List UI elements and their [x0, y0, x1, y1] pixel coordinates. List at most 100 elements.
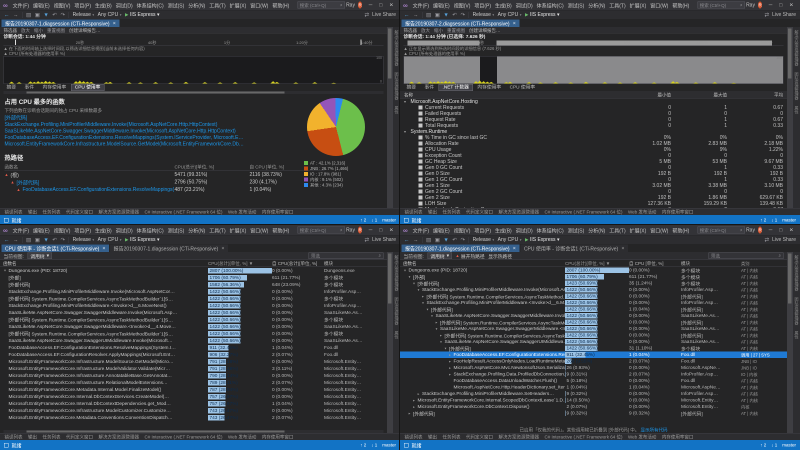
filter-input[interactable]: 筛选⌕	[309, 253, 384, 260]
table-row[interactable]: ▾[外部代码] 1423 (50.69%) 35 (1.24%) 多个模块 AT…	[400, 280, 787, 287]
close-icon[interactable]	[102, 246, 105, 252]
horizontal-scrollbar[interactable]	[4, 430, 384, 433]
redo-icon[interactable]: ↷	[460, 12, 465, 19]
side-tab[interactable]: 团队资源管理器	[794, 297, 800, 325]
counter-row[interactable]: GC Heap Size 5 MB 53 MB 9.67 MB	[400, 159, 787, 165]
expander-icon[interactable]: ▾	[444, 346, 448, 350]
expander-icon[interactable]: ▾	[408, 275, 412, 279]
create-report-button[interactable]: 创建详细报告…	[469, 27, 501, 34]
live-share-button[interactable]: Live Share	[372, 12, 396, 18]
table-row[interactable]: FooDatabaseAccess.EF.ConfigurationResolv…	[0, 351, 387, 358]
counter-checkbox[interactable]	[419, 124, 423, 128]
menu-item[interactable]: 分析(N)	[186, 226, 207, 234]
menu-item[interactable]: 生成(B)	[493, 226, 514, 234]
status-item[interactable]: ↓ 1	[371, 218, 377, 223]
close-icon[interactable]	[513, 246, 516, 252]
redo-icon[interactable]: ↷	[60, 12, 65, 19]
expander-icon[interactable]: ▸	[448, 359, 452, 363]
menu-item[interactable]: 扩展(X)	[628, 226, 649, 234]
counter-row[interactable]: Current Requests 0 1 0.67	[400, 105, 787, 111]
expander-icon[interactable]: ▸	[448, 366, 452, 370]
menu-item[interactable]: 调试(D)	[514, 226, 535, 234]
vertical-scrollbar[interactable]	[787, 27, 793, 208]
close-icon[interactable]	[221, 246, 224, 252]
forward-icon[interactable]: →	[13, 237, 19, 243]
counter-checkbox[interactable]	[419, 178, 423, 182]
expander-icon[interactable]: ▾	[421, 301, 425, 305]
function-name[interactable]: (根)	[10, 171, 18, 179]
table-row[interactable]: Microsoft.EntityFrameworkCore.Metadata.I…	[0, 386, 387, 393]
expander-icon[interactable]: ▾	[439, 340, 443, 344]
menu-item[interactable]: 项目(P)	[72, 226, 93, 234]
open-file-icon[interactable]: ▣	[35, 237, 40, 244]
document-tab[interactable]: 报告20190307-2.diagsession (CTi-Responsive…	[402, 20, 520, 28]
detail-tab[interactable]: 内存使用率	[474, 85, 505, 91]
status-item[interactable]: ↑ 2	[760, 443, 766, 448]
menu-item[interactable]: 扩展(X)	[228, 226, 249, 234]
redo-icon[interactable]: ↷	[460, 237, 465, 244]
table-row[interactable]: ▸Microsoft.EntityFrameworkCore.Internal.…	[400, 397, 787, 404]
new-file-icon[interactable]: ▤	[26, 12, 31, 19]
expander-icon[interactable]: ▸	[448, 353, 452, 357]
table-row[interactable]: StackExchange.Profiling.MiniProfilerMidd…	[0, 302, 387, 309]
menu-item[interactable]: 生成(B)	[93, 1, 114, 9]
menu-item[interactable]: 文件(F)	[11, 226, 31, 234]
counter-row[interactable]: Gen 0 GC Count 0 1 0.33	[400, 165, 787, 171]
avatar[interactable]: R	[758, 2, 762, 9]
hot-path-row[interactable]: ▲FooDatabaseAccess.EF.ConfigurationExten…	[5, 186, 325, 194]
zoom-out-button[interactable]: 缩小	[34, 27, 43, 34]
menu-item[interactable]: 帮助(H)	[270, 1, 291, 9]
table-row[interactable]: Microsoft.EntityFrameworkCore.Internal.D…	[0, 400, 387, 407]
document-tab[interactable]: 报告20190307-1.diagsession (CTi-Responsive…	[110, 245, 228, 253]
document-tab[interactable]: CPU 使用率 - 诊断会话1 (CTi-Responsive)	[520, 245, 628, 253]
expander-icon[interactable]: ▾	[403, 268, 407, 272]
menu-item[interactable]: 项目(P)	[72, 1, 93, 9]
new-file-icon[interactable]: ▤	[426, 237, 431, 244]
start-debug-button[interactable]: ▶IIS Express▾	[525, 12, 560, 18]
user-name[interactable]: Ray	[346, 2, 355, 8]
background-tasks-icon[interactable]	[4, 218, 9, 223]
expander-icon[interactable]: ▸	[439, 333, 443, 337]
counter-checkbox[interactable]	[419, 190, 423, 194]
platform-dropdown[interactable]: Any CPU▾	[98, 237, 122, 243]
save-icon[interactable]: ▼	[43, 237, 48, 243]
maximize-button[interactable]: □	[776, 227, 786, 233]
menu-item[interactable]: 视图(V)	[52, 226, 73, 234]
expander-icon[interactable]: ▾	[435, 327, 439, 331]
expander-icon[interactable]: ▾	[417, 288, 421, 292]
close-button[interactable]: ✕	[386, 227, 397, 233]
start-debug-button[interactable]: ▶IIS Express▾	[125, 12, 160, 18]
playhead-marker[interactable]	[15, 40, 16, 46]
menu-item[interactable]: 编辑(E)	[431, 226, 452, 234]
user-name[interactable]: Ray	[746, 227, 755, 233]
detail-tab[interactable]: CPU 使用率	[71, 85, 104, 91]
vertical-scrollbar[interactable]	[787, 252, 793, 433]
zoom-out-button[interactable]: 缩小	[434, 27, 443, 34]
reset-view-button[interactable]: 重置视图	[47, 27, 65, 34]
menu-item[interactable]: 窗口(W)	[648, 1, 670, 9]
menu-item[interactable]: 工具(T)	[207, 226, 227, 234]
menu-item[interactable]: 扩展(X)	[628, 1, 649, 9]
counter-row[interactable]: LOH Size 127.36 KB 159.29 KB 139.48 KB	[400, 201, 787, 207]
table-row[interactable]: ▸FooDatabaseAccess.EF.ConfigurationExten…	[400, 352, 787, 359]
configuration-dropdown[interactable]: Release▾	[73, 12, 95, 18]
table-row[interactable]: FooDatabaseAccess.DataUnloadWatcher.Flus…	[400, 378, 787, 385]
menu-item[interactable]: 窗口(W)	[248, 226, 270, 234]
zoom-in-button[interactable]: 放大	[421, 27, 430, 34]
expander-icon[interactable]: ▾	[3, 269, 7, 273]
detail-tab[interactable]: 事件	[421, 85, 438, 91]
background-tasks-icon[interactable]	[404, 443, 409, 448]
range-selector-right[interactable]	[497, 41, 773, 46]
side-tab[interactable]: 解决方案资源管理器	[394, 255, 400, 291]
table-row[interactable]: Microsoft.EntityFrameworkCore.Infrastruc…	[0, 379, 387, 386]
vertical-scrollbar[interactable]	[387, 252, 393, 433]
live-share-button[interactable]: Live Share	[772, 237, 796, 243]
menu-item[interactable]: 调试(D)	[114, 226, 135, 234]
menu-item[interactable]: 体系结构(C)	[535, 1, 566, 9]
table-row[interactable]: [外部代码] System.Runtime.CompilerServices.A…	[0, 316, 387, 323]
live-share-button[interactable]: Live Share	[372, 237, 396, 243]
detail-tab[interactable]: .NET 计数器	[439, 85, 472, 91]
menu-item[interactable]: 工具(T)	[607, 226, 627, 234]
table-row[interactable]: SaaSLikeMe.AspNetCore.Swagger.SwaggerMid…	[0, 309, 387, 316]
expander-icon[interactable]: ▸	[421, 294, 425, 298]
